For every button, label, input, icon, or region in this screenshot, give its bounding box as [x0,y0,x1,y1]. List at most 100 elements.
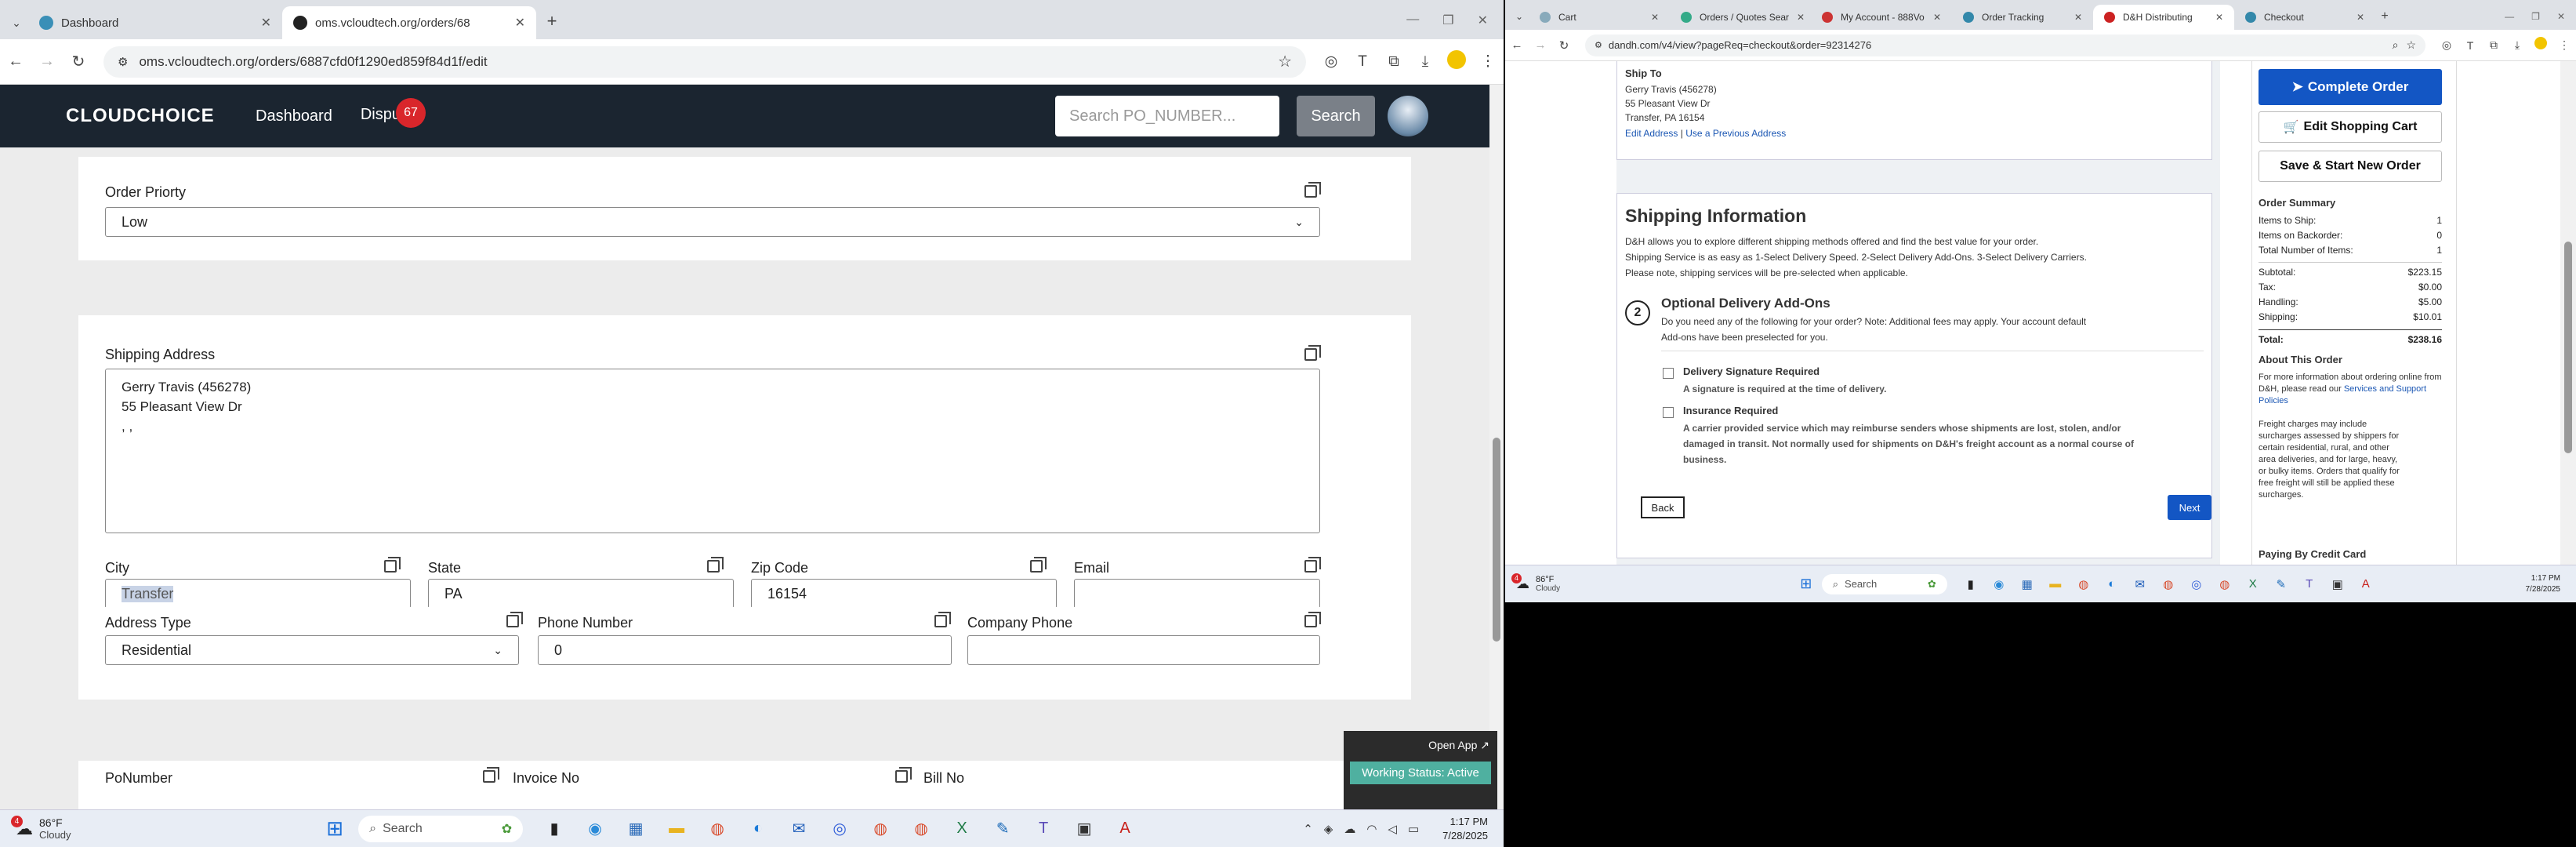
taskbar-clock[interactable]: 1:17 PM 7/28/2025 [2526,573,2576,595]
copy-icon[interactable] [1304,345,1321,361]
bookmark-star-icon[interactable]: ☆ [2406,38,2416,52]
puzzle-extensions-icon[interactable]: ⧉ [2482,38,2505,52]
edit-address-link[interactable]: Edit Address [1625,128,1678,139]
city-input[interactable]: Transfer [105,579,411,609]
minimize-icon[interactable]: — [2505,11,2514,22]
scrollbar-thumb[interactable] [2564,242,2572,453]
calculator-icon[interactable]: ▦ [2015,577,2040,591]
tab-dh-distributing[interactable]: D&H Distributing ✕ [2093,5,2234,30]
company-phone-input[interactable] [967,635,1320,665]
close-icon[interactable]: ✕ [2349,12,2364,23]
media-app-icon[interactable]: ▣ [1067,819,1101,838]
windows-start-icon[interactable]: ⊞ [1794,576,1819,592]
address-type-select[interactable]: Residential ⌄ [105,635,519,665]
calculator-icon[interactable]: ▦ [619,819,653,838]
tab-order-edit[interactable]: oms.vcloudtech.org/orders/68 ✕ [282,6,536,39]
acrobat-icon[interactable]: A [2353,577,2378,591]
chrome-profile-2-icon[interactable]: ◍ [904,819,938,838]
forward-arrow-icon[interactable]: → [1529,38,1552,52]
download-icon[interactable]: ⤓ [2505,38,2529,52]
window-close-icon[interactable]: ✕ [2557,11,2565,22]
tab-orders[interactable]: Orders / Quotes Sear ✕ [1670,5,1811,30]
excel-icon[interactable]: X [2240,577,2266,591]
file-explorer-icon[interactable]: ▬ [659,820,694,838]
bookmark-star-icon[interactable]: ☆ [1278,52,1292,71]
chrome-profile-2-icon[interactable]: ◍ [2212,577,2237,591]
working-status-badge[interactable]: Working Status: Active [1350,762,1491,784]
extension-icon[interactable]: ◎ [1315,53,1347,71]
tab-checkout[interactable]: Checkout ✕ [2234,5,2375,30]
po-search-input[interactable]: Search PO_NUMBER... [1055,96,1279,136]
profile-icon[interactable] [2529,36,2552,54]
taskbar-search[interactable]: ⌕ Search ✿ [358,815,524,842]
extension-icon[interactable]: ◎ [2435,38,2458,52]
chrome-profile-icon[interactable]: ◍ [863,819,898,838]
close-icon[interactable]: ✕ [1925,12,1941,23]
task-view-icon[interactable]: ▮ [1958,577,1983,591]
nav-disputes-link[interactable]: Dispu 67 [361,98,426,131]
email-input[interactable] [1074,579,1320,609]
tray-cloud-icon[interactable]: ☁ [1344,822,1355,836]
copy-icon[interactable] [934,612,951,627]
signature-checkbox[interactable] [1663,368,1674,379]
close-icon[interactable]: ✕ [2066,12,2082,23]
reload-icon[interactable]: ↻ [63,52,94,71]
teams-icon[interactable]: T [2297,577,2322,591]
site-info-icon[interactable]: ⚙ [1595,40,1602,50]
search-button[interactable]: Search [1297,96,1375,136]
zoom-icon[interactable]: ◎ [2184,577,2209,591]
close-icon[interactable]: ✕ [507,15,525,31]
taskbar-clock[interactable]: 1:17 PM 7/28/2025 [1442,815,1504,843]
copy-icon[interactable] [506,612,523,627]
wifi-icon[interactable]: ◠ [1366,822,1377,836]
url-input[interactable]: ⚙ dandh.com/v4/view?pageReq=checkout&orde… [1585,34,2425,56]
tab-dashboard[interactable]: Dashboard ✕ [28,6,282,39]
chrome-profile-icon[interactable]: ◍ [2156,577,2181,591]
tab-search-icon[interactable]: ⌄ [1510,11,1529,22]
puzzle-extensions-icon[interactable]: ⧉ [1378,53,1410,71]
scrollbar-thumb[interactable] [1493,438,1500,642]
save-new-order-button[interactable]: Save & Start New Order [2259,151,2442,182]
outlook-icon[interactable]: ✉ [2128,577,2153,591]
shipping-address-textarea[interactable]: Gerry Travis (456278) 55 Pleasant View D… [105,369,1320,533]
back-arrow-icon[interactable]: ← [1505,38,1529,52]
whiteboard-icon[interactable]: ✎ [985,819,1020,838]
back-arrow-icon[interactable]: ← [0,53,31,71]
volume-icon[interactable]: ◁ [1388,822,1397,836]
edge-app-icon[interactable]: ◉ [578,819,612,838]
page-scrollbar[interactable] [1489,85,1504,809]
menu-kebab-icon[interactable]: ⋮ [1472,53,1504,71]
text-tool-icon[interactable]: T [1347,53,1378,71]
user-avatar[interactable] [1388,96,1428,136]
close-icon[interactable]: ✕ [1789,12,1805,23]
copy-icon[interactable] [384,557,401,573]
open-app-link[interactable]: Open App ↗ [1344,731,1497,752]
complete-order-button[interactable]: ➤ Complete Order [2259,69,2442,105]
tray-chevron-icon[interactable]: ⌃ [1303,822,1313,836]
outlook-icon[interactable]: ✉ [782,819,816,838]
state-input[interactable]: PA [428,579,734,609]
tab-order-tracking[interactable]: Order Tracking ✕ [1952,5,2093,30]
copy-icon[interactable] [483,767,499,783]
restore-icon[interactable]: ❐ [1442,13,1453,28]
copy-icon[interactable] [1304,612,1321,627]
zoom-icon[interactable]: ⌕ [2393,38,2399,52]
battery-icon[interactable]: ▭ [1408,822,1419,836]
edge-browser-icon[interactable]: ◐ [741,820,775,838]
new-tab-plus-icon[interactable]: + [2375,9,2394,24]
text-tool-icon[interactable]: T [2458,39,2482,52]
edge-app-icon[interactable]: ◉ [1986,577,2012,591]
edit-cart-button[interactable]: 🛒 Edit Shopping Cart [2259,111,2442,143]
cloudchoice-logo[interactable]: CLOUDCHOICE [66,105,223,127]
phone-input[interactable]: 0 [538,635,952,665]
task-view-icon[interactable]: ▮ [537,819,571,838]
taskbar-search[interactable]: ⌕ Search ✿ [1821,573,1947,594]
copy-icon[interactable] [1304,182,1321,198]
site-info-icon[interactable]: ⚙ [118,55,128,69]
excel-icon[interactable]: X [945,820,979,838]
tab-search-icon[interactable]: ⌄ [5,16,28,30]
tray-app-icon[interactable]: ◈ [1324,822,1333,836]
profile-icon[interactable] [1441,49,1472,74]
copy-icon[interactable] [1304,557,1321,573]
new-tab-plus-icon[interactable]: + [536,11,568,31]
